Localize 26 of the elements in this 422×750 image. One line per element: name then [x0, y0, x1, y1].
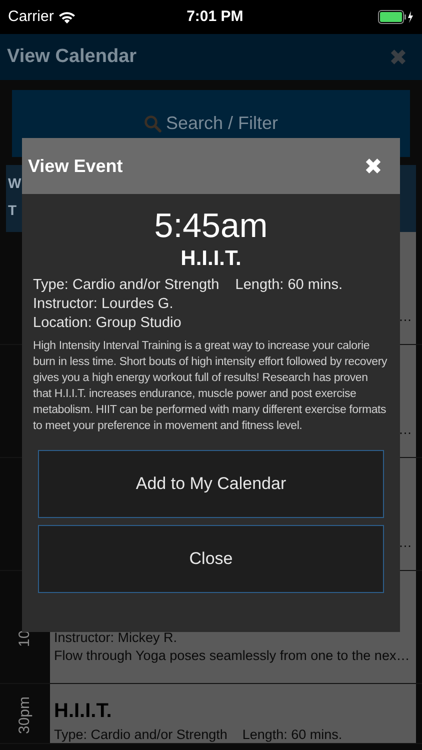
clock: 7:01 PM [186, 6, 244, 27]
search-placeholder: Search / Filter [166, 112, 278, 135]
carrier-label: Carrier [8, 6, 54, 27]
wifi-icon [58, 10, 76, 24]
screen-title: View Calendar [7, 44, 137, 69]
event-name: H.I.I.T. [180, 246, 242, 272]
day-tab[interactable]: T [6, 194, 20, 221]
day-tab[interactable]: W [6, 165, 20, 194]
event-detail: Type: Cardio and/or Strength Length: 60 mins. [54, 726, 344, 743]
event-info: Location: Group Studio [33, 314, 182, 333]
event-title: H.I.I.T. [54, 699, 113, 724]
event-description: High Intensity Interval Training is a great way to increase your calorie burn in less time. Short bouts of high intensity effort followed by recovery gives you a high energy workout full of results! Research has proven that H.I.I.T. increases endurance, muscle power and post exercise metabolism. HIIT can be performed with many different exercise formats to meet your preference in movement and fitness level. [33, 339, 388, 434]
event-detail: Instructor: Mickey R. [54, 629, 178, 647]
battery-charging-icon [378, 10, 414, 24]
dialog-title: View Event [28, 154, 123, 178]
event-detail: Flow through Yoga poses seamlessly from one to the nex… [54, 647, 410, 665]
dialog-button[interactable]: Add to My Calendar [38, 450, 384, 518]
event-info: Instructor: Lourdes G. [33, 295, 174, 314]
search-icon [144, 114, 162, 132]
event-detail: … [398, 308, 412, 326]
event-time: 5:45am [153, 206, 269, 246]
event-info: Type: Cardio and/or Strength Length: 60 mins. [33, 276, 344, 295]
event-detail: … [398, 421, 412, 439]
time-label: 30pm [15, 696, 34, 734]
event-detail: … [398, 534, 412, 552]
dialog-button[interactable]: Close [38, 525, 384, 593]
